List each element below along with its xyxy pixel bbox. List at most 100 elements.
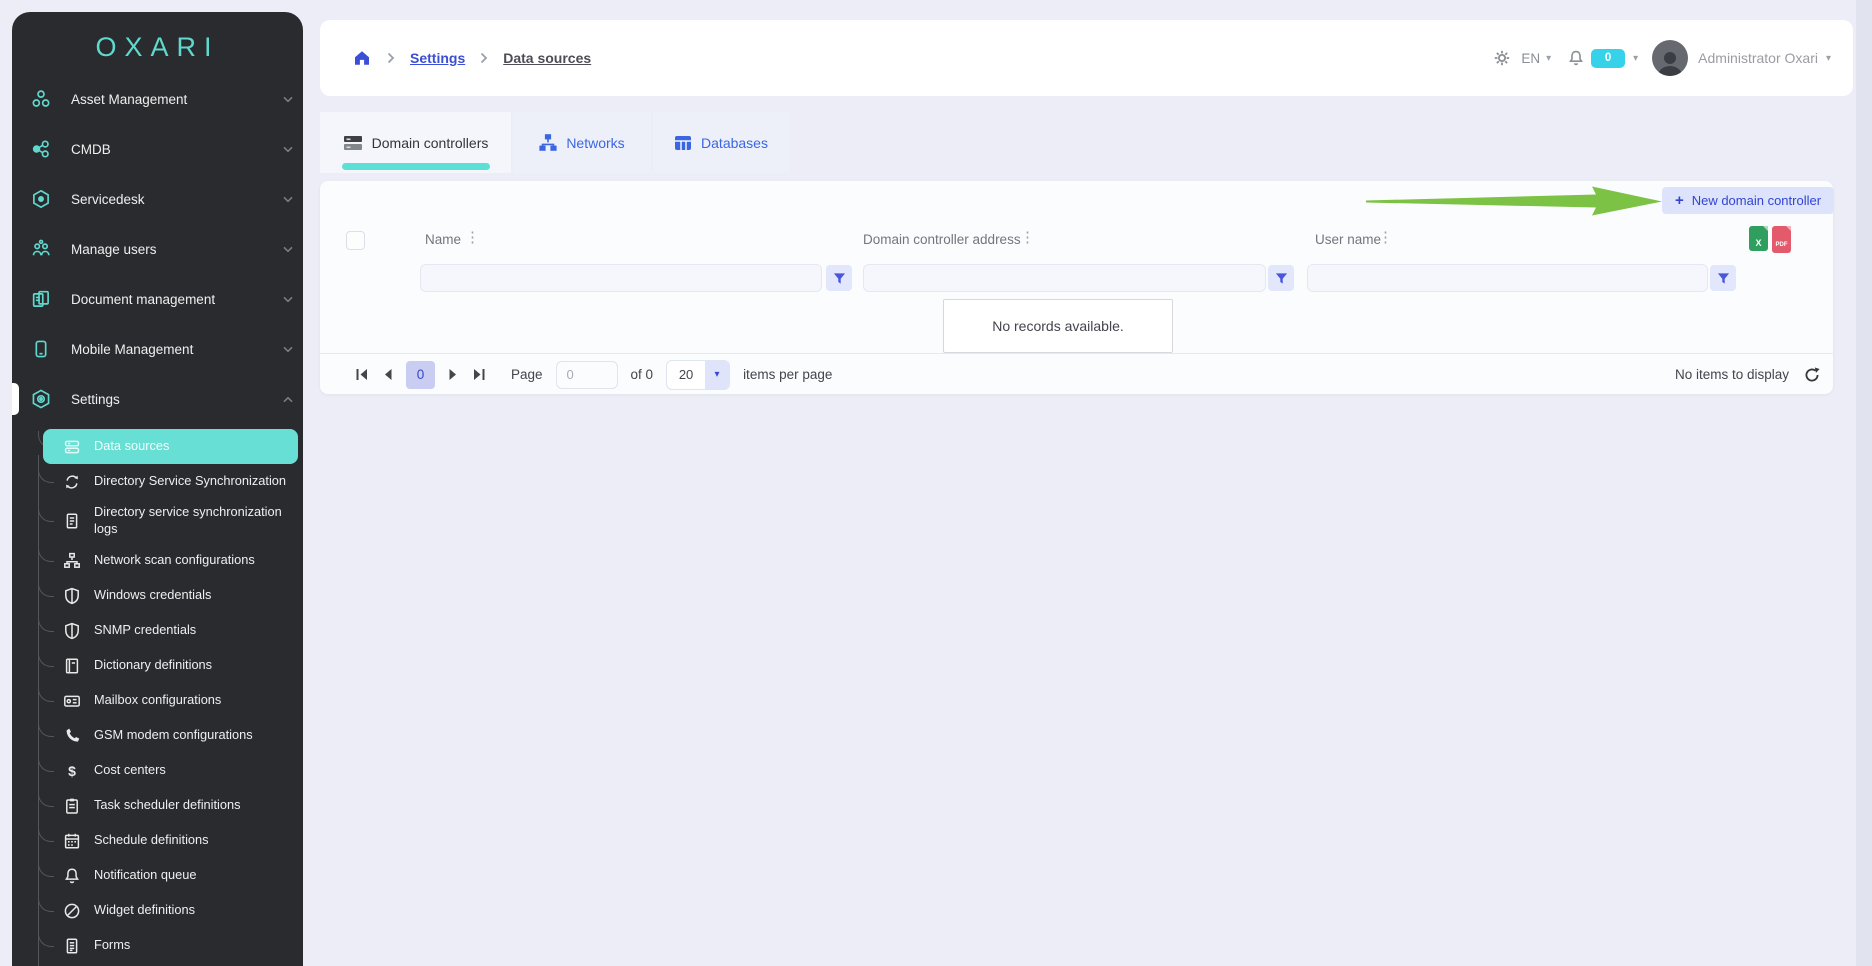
tab-label: Domain controllers (371, 134, 489, 151)
filter-button[interactable] (1710, 265, 1736, 291)
clipboard-icon (63, 797, 81, 815)
notification-count-badge[interactable]: 0 (1591, 48, 1626, 68)
server-icon (343, 135, 363, 151)
sidebar-item-mobile-management[interactable]: Mobile Management (12, 324, 303, 374)
export-excel-icon[interactable]: X (1749, 226, 1768, 251)
new-domain-controller-button[interactable]: + New domain controller (1662, 187, 1834, 214)
select-all-checkbox[interactable] (346, 231, 365, 250)
breadcrumb: Settings Data sources (352, 20, 591, 96)
bell-icon (63, 867, 81, 885)
sidebar-nav: Asset Management CMDB Servicedesk Manage us… (12, 74, 303, 424)
submenu-item-task-scheduler-definitions[interactable]: Task scheduler definitions (12, 788, 303, 823)
column-header-address[interactable]: Domain controller address (863, 232, 1021, 247)
tab-networks[interactable]: Networks (513, 112, 651, 173)
current-page-button[interactable]: 0 (406, 360, 435, 389)
filter-input-username[interactable] (1307, 264, 1708, 292)
refresh-icon[interactable] (1803, 366, 1821, 384)
submenu-item-label: Data sources (94, 438, 170, 454)
page-size-select[interactable]: 20 ▾ (666, 359, 731, 390)
widget-icon (63, 902, 81, 920)
submenu-item-schedule-definitions[interactable]: Schedule definitions (12, 823, 303, 858)
submenu-item-windows-credentials[interactable]: Windows credentials (12, 578, 303, 613)
submenu-item-forms[interactable]: Forms (12, 928, 303, 963)
submenu-item-label: Directory service synchronization logs (94, 504, 282, 536)
submenu-item-label: Notification queue (94, 867, 197, 883)
last-page-icon[interactable] (472, 368, 486, 381)
chevron-down-icon (283, 96, 293, 103)
filter-input-address[interactable] (863, 264, 1266, 292)
previous-page-icon[interactable] (382, 368, 393, 381)
sidebar-item-label: Settings (71, 391, 120, 407)
filter-button[interactable] (826, 265, 852, 291)
breadcrumb-settings-link[interactable]: Settings (410, 50, 465, 66)
user-name[interactable]: Administrator Oxari (1698, 50, 1818, 66)
sidebar-item-asset-management[interactable]: Asset Management (12, 74, 303, 124)
chevron-down-icon[interactable]: ▾ (1826, 53, 1831, 64)
tab-databases[interactable]: Databases (653, 112, 789, 173)
submenu-item-cost-centers[interactable]: $ Cost centers (12, 753, 303, 788)
submenu-item-directory-service-synchronization-logs[interactable]: Directory service synchronization logs (12, 499, 303, 543)
funnel-icon (1717, 272, 1729, 284)
book-icon (63, 657, 81, 675)
submenu-item-label: Schedule definitions (94, 832, 209, 848)
submenu-item-mailbox-configurations[interactable]: Mailbox configurations (12, 683, 303, 718)
submenu-item-data-sources[interactable]: Data sources (43, 429, 298, 464)
first-page-icon[interactable] (355, 368, 369, 381)
language-selector[interactable]: EN (1521, 51, 1540, 66)
tab-label: Networks (566, 134, 625, 151)
submenu-item-directory-service-synchronization[interactable]: Directory Service Synchronization (12, 464, 303, 499)
sidebar-item-settings[interactable]: Settings (12, 374, 303, 424)
column-menu-icon[interactable]: ⋮ (1020, 229, 1035, 247)
submenu-item-notification-queue[interactable]: Notification queue (12, 858, 303, 893)
submenu-item-network-scan-configurations[interactable]: Network scan configurations (12, 543, 303, 578)
pagination-status: No items to display (1675, 354, 1821, 395)
column-menu-icon[interactable]: ⋮ (1378, 229, 1393, 247)
servicedesk-icon (30, 188, 52, 210)
network-icon (63, 552, 81, 570)
table-icon (674, 135, 692, 151)
bell-icon[interactable] (1567, 49, 1585, 67)
phone-icon (63, 727, 81, 745)
page-scrollbar[interactable] (1856, 0, 1872, 966)
chevron-down-icon[interactable]: ▾ (1546, 53, 1551, 64)
chevron-right-icon (480, 52, 488, 64)
column-header-name[interactable]: Name (425, 232, 461, 247)
submenu-item-label: Cost centers (94, 762, 166, 778)
submenu-item-widget-definitions[interactable]: Widget definitions (12, 893, 303, 928)
sidebar-item-manage-users[interactable]: Manage users (12, 224, 303, 274)
filter-button[interactable] (1268, 265, 1294, 291)
submenu-item-label: Network scan configurations (94, 552, 255, 568)
sidebar-item-document-management[interactable]: Document management (12, 274, 303, 324)
avatar[interactable] (1652, 40, 1689, 76)
column-menu-icon[interactable]: ⋮ (465, 229, 480, 247)
breadcrumb-current-data-sources[interactable]: Data sources (503, 50, 591, 66)
submenu-item-label: Dictionary definitions (94, 657, 213, 673)
chevron-down-icon[interactable]: ▾ (1633, 53, 1638, 64)
settings-icon (30, 388, 52, 410)
page-number-input[interactable] (555, 360, 618, 389)
column-header-username[interactable]: User name (1315, 232, 1381, 247)
home-icon[interactable] (352, 48, 372, 68)
sidebar-item-servicedesk[interactable]: Servicedesk (12, 174, 303, 224)
oxari-logo: OXARI (95, 32, 220, 62)
submenu-item-label: SNMP credentials (94, 622, 197, 638)
next-page-icon[interactable] (448, 368, 459, 381)
sidebar-item-cmdb[interactable]: CMDB (12, 124, 303, 174)
page-label: Page (511, 367, 543, 382)
submenu-item-gsm-modem-configurations[interactable]: GSM modem configurations (12, 718, 303, 753)
settings-submenu: Data sources Directory Service Synchroniz… (12, 429, 303, 966)
filter-input-name[interactable] (420, 264, 822, 292)
items-per-page-label: items per page (743, 367, 833, 382)
tab-label: Databases (701, 134, 768, 151)
asset-management-icon (30, 88, 52, 110)
gear-icon[interactable] (1493, 49, 1511, 67)
submenu-item-label: Mailbox configurations (94, 692, 222, 708)
submenu-item-dictionary-definitions[interactable]: Dictionary definitions (12, 648, 303, 683)
chevron-down-icon (283, 346, 293, 353)
export-pdf-icon[interactable]: PDF (1772, 226, 1791, 253)
calendar-icon (63, 832, 81, 850)
top-bar: Settings Data sources EN ▾ 0 ▾ Administr… (320, 20, 1853, 96)
submenu-item-label: Forms (94, 937, 131, 953)
submenu-item-snmp-credentials[interactable]: SNMP credentials (12, 613, 303, 648)
sidebar: OXARI Asset Management CMDB Servicedesk Man… (12, 12, 303, 966)
